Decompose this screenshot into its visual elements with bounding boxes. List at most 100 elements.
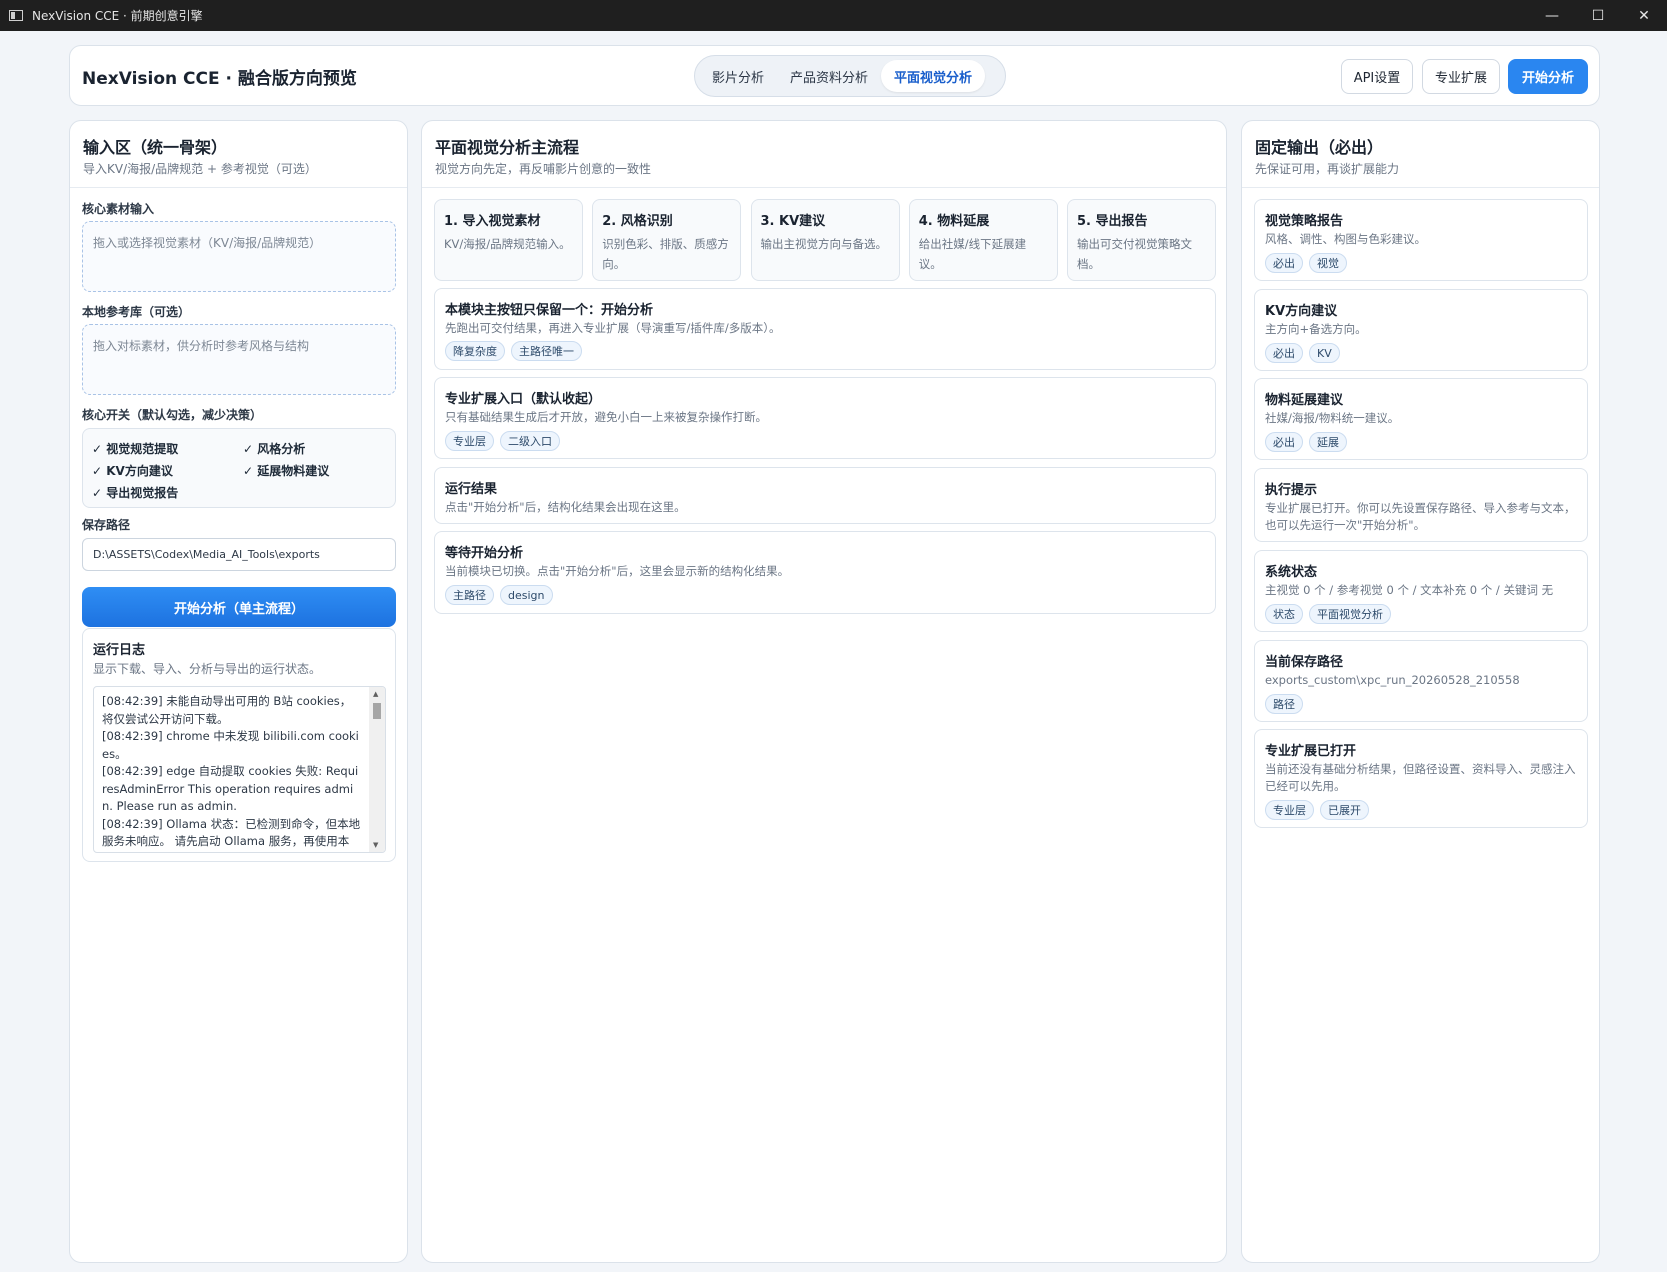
input-panel: 输入区（统一骨架） 导入KV/海报/品牌规范 + 参考视觉（可选） 核心素材输入… — [69, 120, 408, 1263]
app-icon — [9, 10, 23, 21]
core-input-placeholder: 拖入或选择视觉素材（KV/海报/品牌规范） — [93, 236, 322, 250]
output-card-title: 专业扩展已打开 — [1265, 744, 1357, 759]
start-analysis-main-button[interactable]: 开始分析（单主流程） — [82, 587, 396, 627]
card-desc: 点击"开始分析"后，结构化结果会出现在这里。 — [445, 500, 686, 514]
step-card: 1. 导入视觉素材 KV/海报/品牌规范输入。 — [434, 199, 583, 281]
reference-dropzone[interactable]: 拖入对标素材，供分析时参考风格与结构 — [82, 324, 396, 395]
step-card: 5. 导出报告 输出可交付视觉策略文档。 — [1067, 199, 1216, 281]
minimize-button[interactable]: — — [1529, 0, 1575, 31]
tag: 必出 — [1265, 432, 1303, 452]
output-card-material-extension: 物料延展建议 社媒/海报/物料统一建议。 必出 延展 — [1254, 378, 1588, 460]
api-settings-button[interactable]: API设置 — [1341, 59, 1413, 94]
output-card-title: KV方向建议 — [1265, 304, 1338, 319]
output-card-title: 系统状态 — [1265, 565, 1318, 580]
close-button[interactable]: ✕ — [1621, 0, 1667, 31]
card-desc: 只有基础结果生成后才开放，避免小白一上来被复杂操作打断。 — [445, 410, 767, 424]
tag: 状态 — [1265, 604, 1303, 624]
output-card-visual-report: 视觉策略报告 风格、调性、构图与色彩建议。 必出 视觉 — [1254, 199, 1588, 281]
info-card-main-button: 本模块主按钮只保留一个：开始分析 先跑出可交付结果，再进入专业扩展（导演重写/插… — [434, 288, 1216, 370]
card-tags: 专业层 二级入口 — [445, 431, 560, 451]
output-card-desc: exports_custom\xpc_run_20260528_210558 — [1265, 673, 1520, 687]
header-bar: NexVision CCE · 融合版方向预览 影片分析 产品资料分析 平面视觉… — [69, 45, 1600, 106]
tag: 必出 — [1265, 253, 1303, 273]
tag: 路径 — [1265, 694, 1303, 714]
run-log-panel: 运行日志 显示下载、导入、分析与导出的运行状态。 [08:42:39] 未能自动… — [82, 628, 396, 862]
card-tags: 主路径 design — [445, 585, 553, 605]
tag: 二级入口 — [500, 431, 560, 451]
card-title: 专业扩展入口（默认收起） — [445, 392, 602, 407]
output-card-tags: 必出 KV — [1265, 343, 1340, 363]
tag: 已展开 — [1320, 800, 1369, 820]
card-tags: 降复杂度 主路径唯一 — [445, 341, 582, 361]
output-card-desc: 主方向+备选方向。 — [1265, 322, 1367, 336]
run-log-subtitle: 显示下载、导入、分析与导出的运行状态。 — [93, 662, 322, 676]
tag: 专业层 — [445, 431, 494, 451]
input-panel-title: 输入区（统一骨架） — [83, 138, 228, 157]
output-panel-title: 固定输出（必出） — [1255, 138, 1384, 157]
pro-extend-button[interactable]: 专业扩展 — [1422, 59, 1500, 94]
scroll-down-icon[interactable]: ▼ — [373, 841, 378, 849]
run-log-text: [08:42:39] 未能自动导出可用的 B站 cookies，将仅尝试公开访问… — [102, 694, 361, 848]
app-title: NexVision CCE · 融合版方向预览 — [82, 69, 357, 89]
switch-export-report[interactable]: ✓ 导出视觉报告 — [92, 484, 178, 501]
output-card-tags: 专业层 已展开 — [1265, 800, 1369, 820]
run-log-title: 运行日志 — [93, 643, 146, 658]
output-card-desc: 专业扩展已打开。你可以先设置保存路径、导入参考与文本，也可以先运行一次"开始分析… — [1265, 501, 1576, 532]
app-frame: NexVision CCE · 融合版方向预览 影片分析 产品资料分析 平面视觉… — [1, 31, 1666, 1271]
input-panel-subtitle: 导入KV/海报/品牌规范 + 参考视觉（可选） — [83, 162, 317, 176]
output-card-pro-opened: 专业扩展已打开 当前还没有基础分析结果，但路径设置、资料导入、灵感注入已经可以先… — [1254, 729, 1588, 828]
output-card-tags: 路径 — [1265, 694, 1303, 714]
module-tabs: 影片分析 产品资料分析 平面视觉分析 — [694, 55, 1006, 97]
scroll-thumb[interactable] — [373, 703, 381, 719]
switch-visual-spec[interactable]: ✓ 视觉规范提取 — [92, 440, 178, 457]
workflow-panel-subtitle: 视觉方向先定，再反哺影片创意的一致性 — [435, 162, 652, 176]
tab-film-analysis[interactable]: 影片分析 — [699, 60, 777, 92]
output-card-title: 视觉策略报告 — [1265, 214, 1344, 229]
workflow-panel-header: 平面视觉分析主流程 视觉方向先定，再反哺影片创意的一致性 — [422, 121, 1226, 188]
workflow-steps: 1. 导入视觉素材 KV/海报/品牌规范输入。 2. 风格识别 识别色彩、排版、… — [434, 199, 1216, 281]
core-input-dropzone[interactable]: 拖入或选择视觉素材（KV/海报/品牌规范） — [82, 221, 396, 292]
output-card-save-path: 当前保存路径 exports_custom\xpc_run_20260528_2… — [1254, 640, 1588, 722]
step-card: 3. KV建议 输出主视觉方向与备选。 — [750, 199, 900, 281]
output-card-execution-tip: 执行提示 专业扩展已打开。你可以先设置保存路径、导入参考与文本，也可以先运行一次… — [1254, 468, 1588, 542]
switch-style-analysis[interactable]: ✓ 风格分析 — [243, 440, 305, 457]
tab-product-analysis[interactable]: 产品资料分析 — [777, 60, 881, 92]
workflow-panel: 平面视觉分析主流程 视觉方向先定，再反哺影片创意的一致性 1. 导入视觉素材 K… — [421, 120, 1227, 1263]
maximize-button[interactable]: ☐ — [1575, 0, 1621, 31]
scroll-up-icon[interactable]: ▲ — [373, 690, 378, 698]
tag: 主路径 — [445, 585, 494, 605]
card-desc: 当前模块已切换。点击"开始分析"后，这里会显示新的结构化结果。 — [445, 564, 790, 578]
core-input-label: 核心素材输入 — [82, 202, 155, 216]
output-panel-subtitle: 先保证可用，再谈扩展能力 — [1255, 162, 1400, 176]
switch-extension-material[interactable]: ✓ 延展物料建议 — [243, 462, 329, 479]
step-desc: 识别色彩、排版、质感方向。 — [602, 237, 729, 271]
tag: 视觉 — [1309, 253, 1347, 273]
output-card-desc: 主视觉 0 个 / 参考视觉 0 个 / 文本补充 0 个 / 关键词 无 — [1265, 583, 1554, 597]
reference-placeholder: 拖入对标素材，供分析时参考风格与结构 — [93, 339, 310, 353]
switch-kv-direction[interactable]: ✓ KV方向建议 — [92, 462, 173, 479]
tab-visual-analysis[interactable]: 平面视觉分析 — [881, 60, 986, 92]
switches-label: 核心开关（默认勾选，减少决策） — [82, 408, 263, 422]
step-title: 3. KV建议 — [760, 214, 826, 229]
output-card-desc: 当前还没有基础分析结果，但路径设置、资料导入、灵感注入已经可以先用。 — [1265, 762, 1576, 793]
tag: 平面视觉分析 — [1309, 604, 1391, 624]
save-path-input[interactable]: D:\ASSETS\Codex\Media_AI_Tools\exports — [82, 538, 396, 571]
tag: KV — [1309, 343, 1340, 363]
waiting-card: 等待开始分析 当前模块已切换。点击"开始分析"后，这里会显示新的结构化结果。 主… — [434, 531, 1216, 614]
start-analysis-button[interactable]: 开始分析 — [1508, 59, 1588, 94]
output-card-tags: 状态 平面视觉分析 — [1265, 604, 1391, 624]
step-card: 4. 物料延展 给出社媒/线下延展建议。 — [908, 199, 1058, 281]
reference-label: 本地参考库（可选） — [82, 305, 191, 319]
tag: 主路径唯一 — [511, 341, 582, 361]
output-card-tags: 必出 视觉 — [1265, 253, 1347, 273]
output-card-desc: 风格、调性、构图与色彩建议。 — [1265, 232, 1426, 246]
step-title: 4. 物料延展 — [918, 214, 990, 229]
card-title: 运行结果 — [445, 482, 498, 497]
step-desc: KV/海报/品牌规范输入。 — [444, 237, 571, 251]
output-card-title: 物料延展建议 — [1265, 393, 1344, 408]
tag: 必出 — [1265, 343, 1303, 363]
core-switches: ✓ 视觉规范提取 ✓ 风格分析 ✓ KV方向建议 ✓ 延展物料建议 ✓ 导出视觉… — [82, 428, 396, 508]
output-panel: 固定输出（必出） 先保证可用，再谈扩展能力 视觉策略报告 风格、调性、构图与色彩… — [1241, 120, 1600, 1263]
log-scrollbar[interactable]: ▲ ▼ — [369, 687, 385, 852]
run-log-textarea[interactable]: [08:42:39] 未能自动导出可用的 B站 cookies，将仅尝试公开访问… — [93, 686, 386, 853]
